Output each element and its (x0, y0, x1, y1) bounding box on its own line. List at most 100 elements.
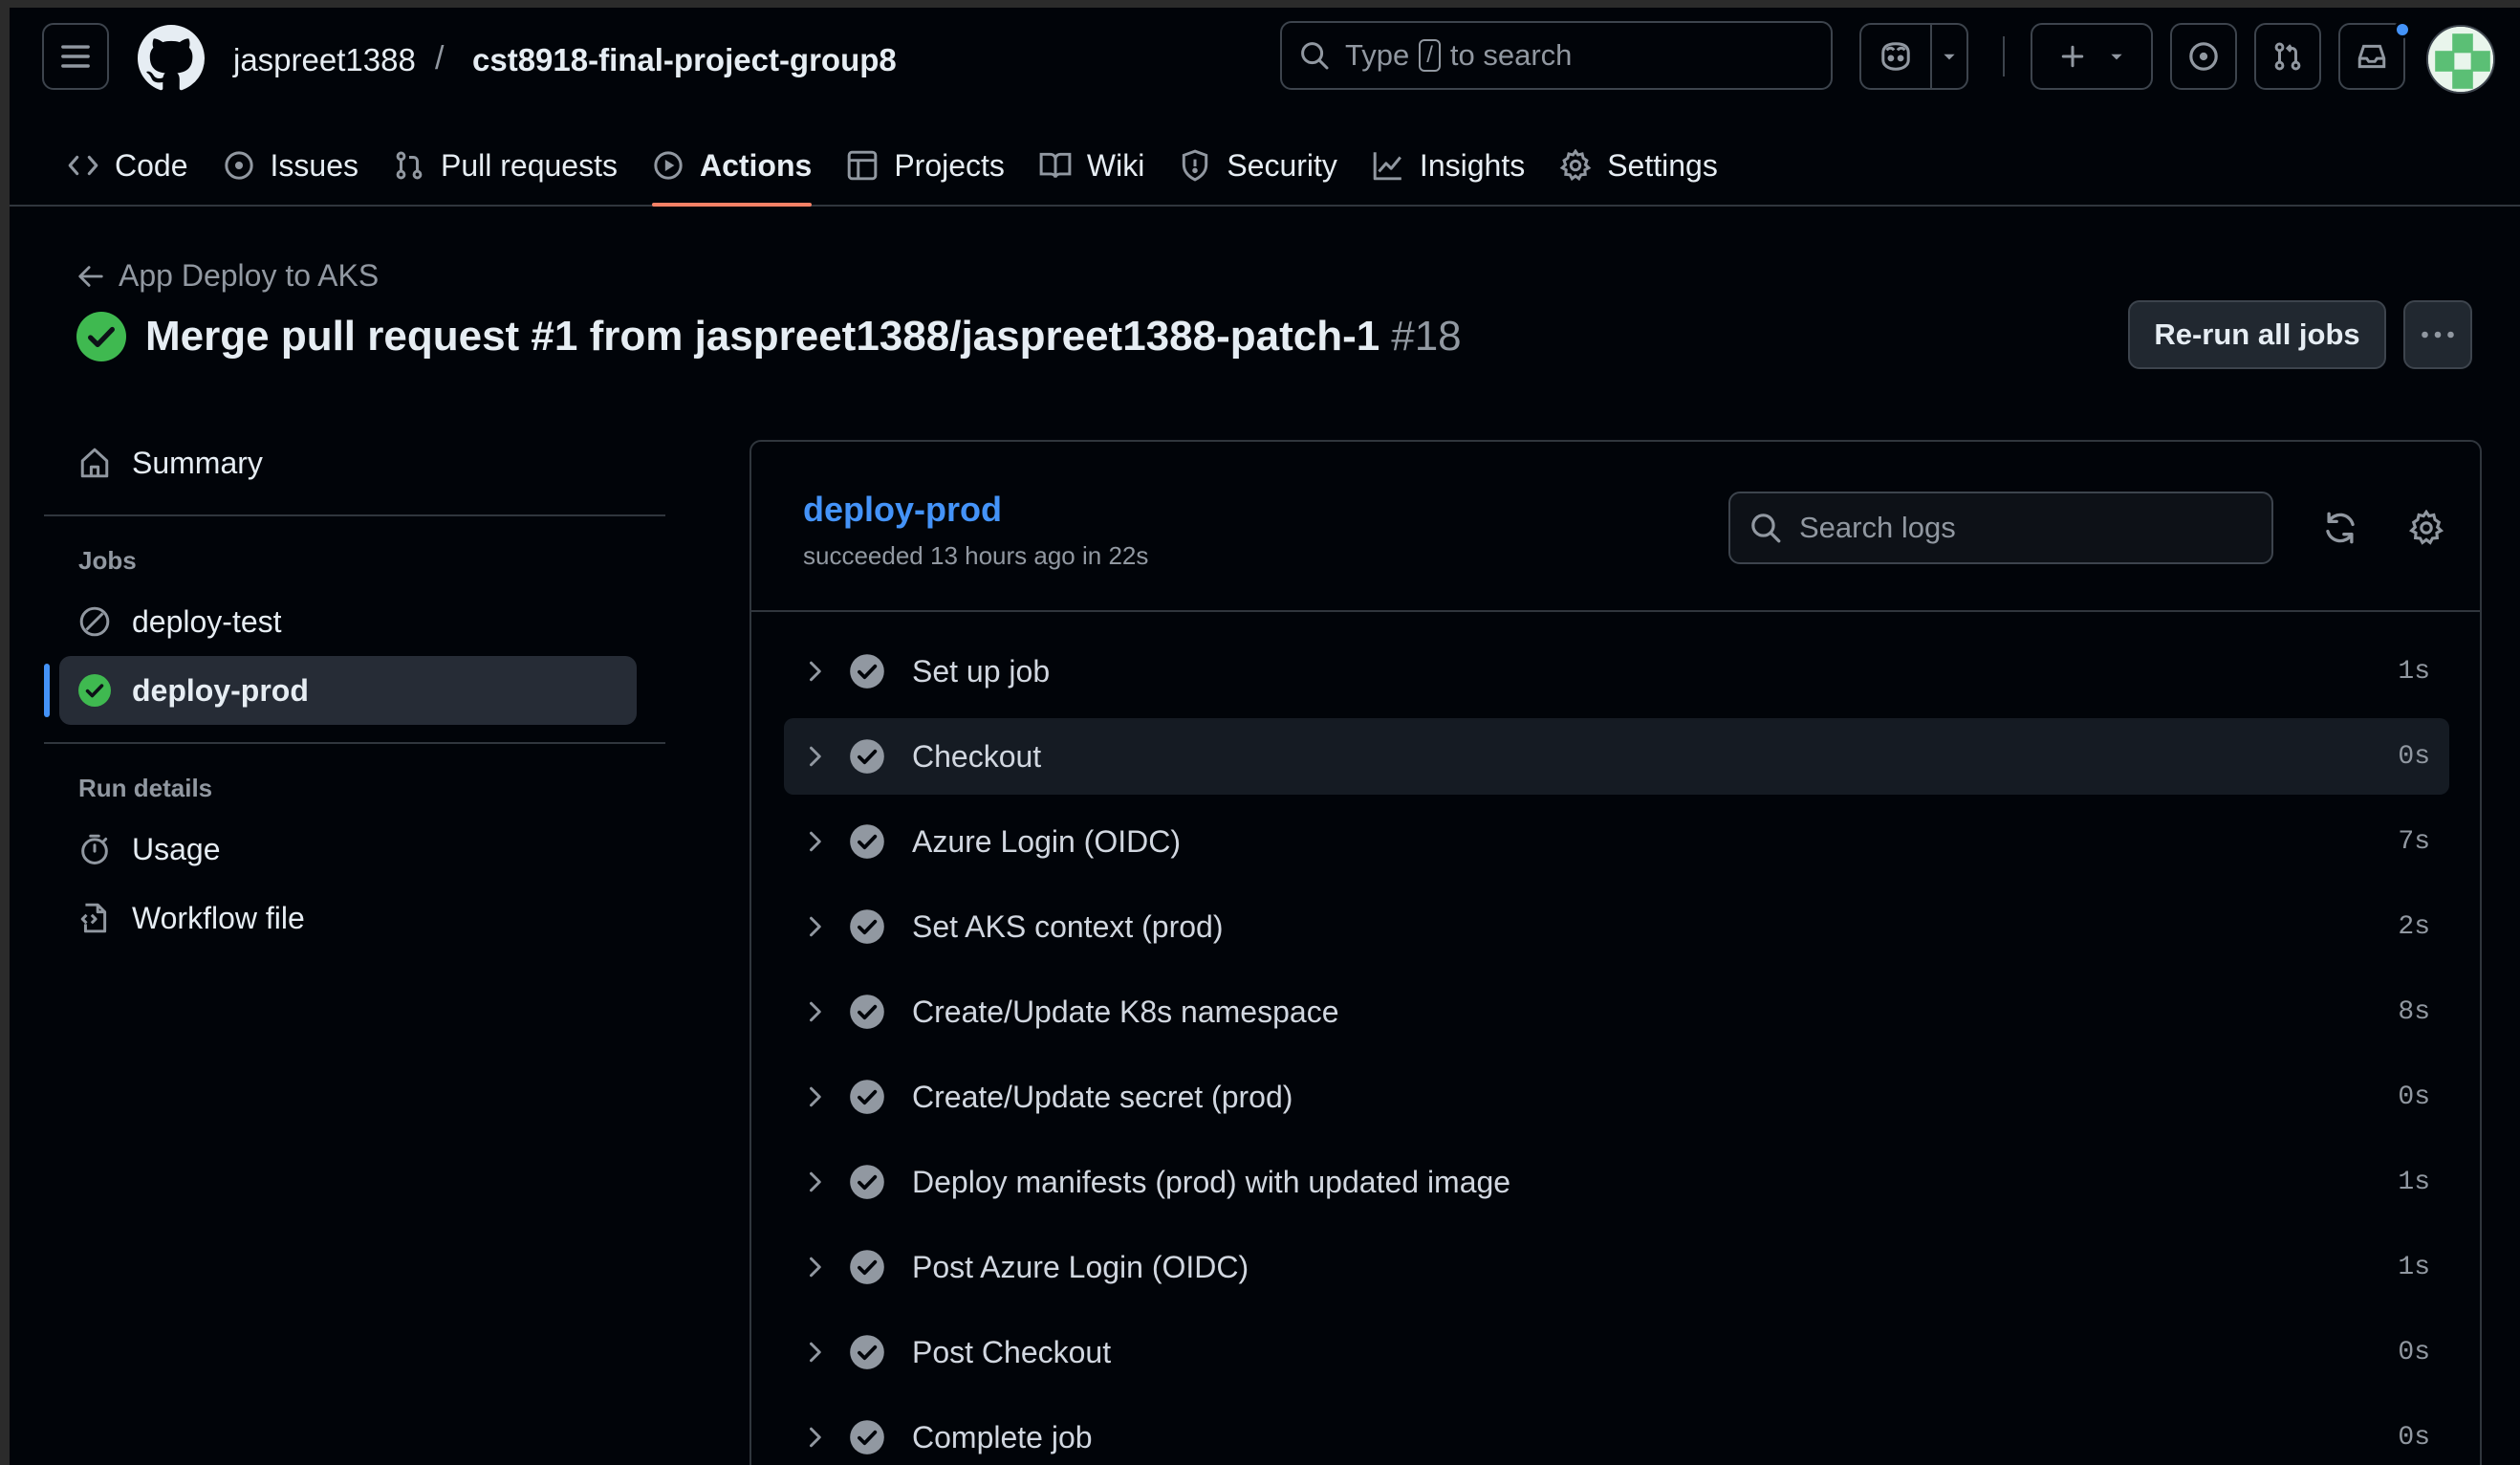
step-duration: 1s (2398, 1252, 2430, 1282)
step-label: Create/Update secret (prod) (912, 1079, 1293, 1114)
rerun-all-jobs-button[interactable]: Re-run all jobs (2128, 300, 2386, 369)
issue-icon (223, 149, 255, 182)
shield-icon (1179, 149, 1211, 182)
menu-button[interactable] (42, 23, 109, 90)
tab-label: Projects (894, 147, 1005, 183)
more-options-button[interactable] (2403, 300, 2472, 369)
refresh-button[interactable] (2317, 505, 2363, 551)
chevron-right-icon[interactable] (801, 1424, 845, 1451)
tab-code[interactable]: Code (50, 124, 206, 207)
github-logo-icon[interactable] (138, 25, 205, 92)
chevron-right-icon[interactable] (801, 1083, 845, 1110)
run-title-text: Merge pull request #1 from jaspreet1388/… (145, 313, 1380, 360)
issue-opened-icon (2189, 42, 2218, 71)
sidebar-item-deploy-test[interactable]: deploy-test (44, 587, 665, 656)
job-step[interactable]: Post Checkout 0s (784, 1314, 2449, 1390)
job-header: deploy-prod succeeded 13 hours ago in 22… (751, 442, 2480, 612)
step-duration: 1s (2398, 656, 2430, 687)
tab-label: Actions (699, 147, 813, 183)
job-step[interactable]: Deploy manifests (prod) with updated ima… (784, 1144, 2449, 1220)
pull-requests-button[interactable] (2254, 23, 2321, 90)
step-label: Post Azure Login (OIDC) (912, 1249, 1249, 1284)
check-circle-icon (849, 738, 885, 775)
triangle-down-icon (1944, 54, 1955, 60)
sidebar-item-usage[interactable]: Usage (44, 815, 665, 884)
back-link-label: App Deploy to AKS (119, 258, 380, 293)
code-icon (67, 149, 99, 182)
check-circle-icon (849, 1419, 885, 1455)
gear-icon (2408, 510, 2444, 545)
step-label: Checkout (912, 738, 1042, 774)
job-log-panel: deploy-prod succeeded 13 hours ago in 22… (749, 440, 2482, 1465)
tab-security[interactable]: Security (1162, 124, 1355, 207)
search-icon (1749, 512, 1782, 544)
chevron-right-icon[interactable] (801, 1254, 845, 1280)
tab-pull-requests[interactable]: Pull requests (376, 124, 635, 207)
chevron-right-icon[interactable] (801, 658, 845, 685)
chevron-right-icon[interactable] (801, 743, 845, 770)
tab-wiki[interactable]: Wiki (1022, 124, 1162, 207)
log-settings-button[interactable] (2403, 505, 2449, 551)
step-duration: 0s (2398, 1422, 2430, 1453)
chevron-right-icon[interactable] (801, 998, 845, 1025)
tab-projects[interactable]: Projects (829, 124, 1022, 207)
tab-label: Security (1227, 147, 1337, 183)
search-logs-placeholder: Search logs (1799, 511, 1956, 544)
global-search-input[interactable]: Type / to search (1280, 21, 1833, 90)
sidebar-item-summary[interactable]: Summary (44, 428, 665, 497)
back-to-workflow-link[interactable]: App Deploy to AKS (76, 258, 379, 294)
chevron-right-icon[interactable] (801, 1339, 845, 1366)
check-circle-icon (849, 1164, 885, 1200)
tab-label: Wiki (1086, 147, 1145, 183)
job-step[interactable]: Azure Login (OIDC) 7s (784, 803, 2449, 880)
copilot-menu-button[interactable] (1930, 23, 1968, 90)
avatar[interactable] (2426, 25, 2495, 94)
sync-icon (2326, 512, 2355, 544)
tab-settings[interactable]: Settings (1542, 124, 1735, 207)
breadcrumb-owner[interactable]: jaspreet1388 (233, 42, 416, 78)
job-step[interactable]: Set AKS context (prod) 2s (784, 888, 2449, 965)
search-logs-input[interactable]: Search logs (1728, 492, 2273, 564)
step-duration: 0s (2398, 741, 2430, 772)
step-duration: 2s (2398, 911, 2430, 942)
issues-button[interactable] (2170, 23, 2237, 90)
sidebar-item-label: deploy-test (132, 603, 282, 639)
check-circle-icon (849, 653, 885, 689)
step-label: Deploy manifests (prod) with updated ima… (912, 1164, 1511, 1199)
chevron-right-icon[interactable] (801, 1169, 845, 1195)
kebab-horizontal-icon (2422, 331, 2454, 339)
job-name-link[interactable]: deploy-prod (803, 490, 1002, 530)
job-step[interactable]: Post Azure Login (OIDC) 1s (784, 1229, 2449, 1305)
sidebar-divider (44, 514, 665, 516)
job-step[interactable]: Set up job 1s (784, 633, 2449, 710)
pull-request-icon (2274, 42, 2301, 71)
chevron-right-icon[interactable] (801, 913, 845, 940)
sidebar-item-workflow-file[interactable]: Workflow file (44, 884, 665, 952)
job-step[interactable]: Create/Update K8s namespace 8s (784, 973, 2449, 1050)
copilot-button[interactable] (1859, 23, 1932, 90)
job-step[interactable]: Create/Update secret (prod) 0s (784, 1059, 2449, 1135)
job-steps-list: Set up job 1s Checkout 0s Azure Login (O… (784, 633, 2449, 1465)
check-circle-icon (849, 823, 885, 860)
step-label: Set up job (912, 653, 1051, 689)
tab-actions[interactable]: Actions (635, 124, 829, 207)
step-label: Complete job (912, 1419, 1093, 1454)
pull-request-icon (393, 149, 425, 182)
run-title: Merge pull request #1 from jaspreet1388/… (76, 312, 1462, 361)
job-status-text: succeeded 13 hours ago in 22s (803, 541, 1149, 570)
triangle-down-icon (2111, 54, 2122, 60)
repo-tabs: Code Issues Pull requests Actions Projec… (10, 124, 1735, 207)
chevron-right-icon[interactable] (801, 828, 845, 855)
tab-issues[interactable]: Issues (206, 124, 376, 207)
job-step[interactable]: Complete job 0s (784, 1399, 2449, 1465)
tab-insights[interactable]: Insights (1355, 124, 1542, 207)
copilot-icon (1881, 42, 1910, 71)
breadcrumb-repo[interactable]: cst8918-final-project-group8 (472, 42, 897, 78)
tab-label: Code (115, 147, 188, 183)
create-new-button[interactable] (2031, 23, 2153, 90)
check-circle-icon (849, 1079, 885, 1115)
step-label: Create/Update K8s namespace (912, 994, 1339, 1029)
search-suffix: to search (1449, 38, 1573, 72)
job-step[interactable]: Checkout 0s (784, 718, 2449, 795)
sidebar-item-deploy-prod[interactable]: deploy-prod (44, 656, 637, 725)
